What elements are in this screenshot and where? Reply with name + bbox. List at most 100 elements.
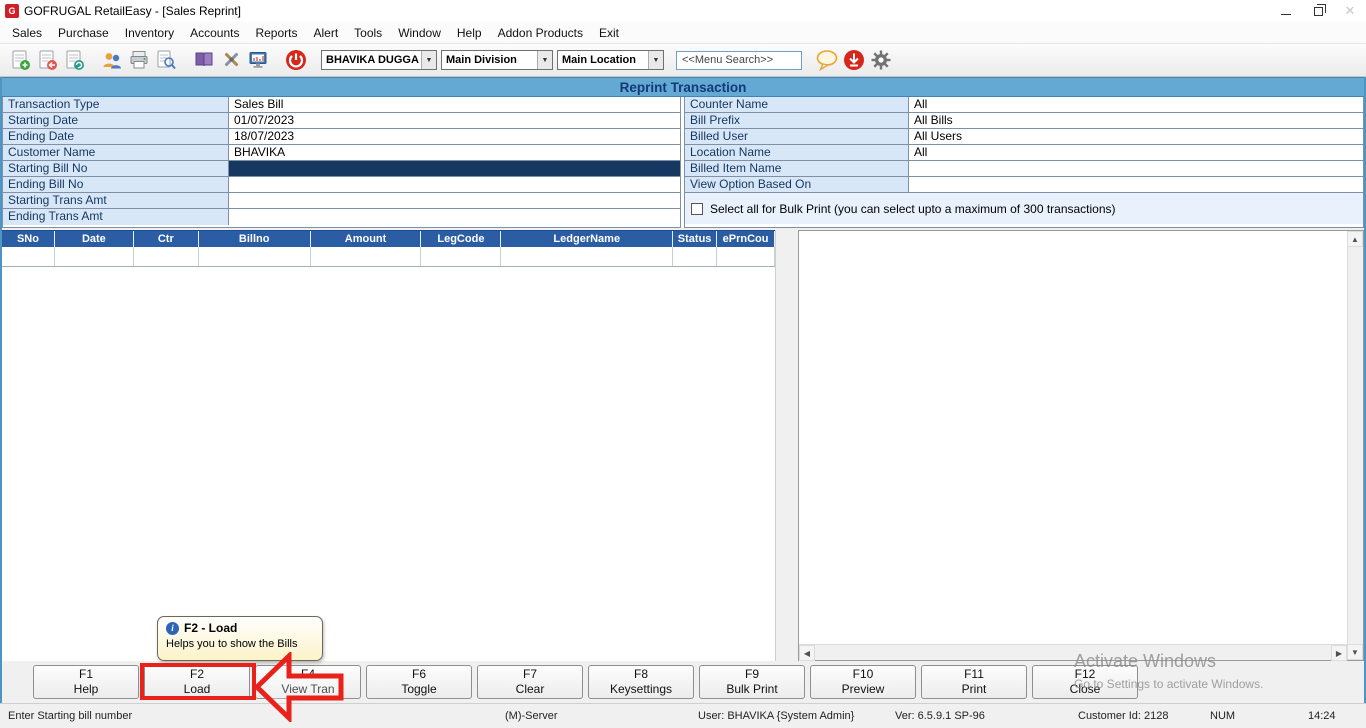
grid-col-amount[interactable]: Amount xyxy=(311,231,422,247)
grid-col-legcode[interactable]: LegCode xyxy=(421,231,501,247)
grid-col-billno[interactable]: Billno xyxy=(199,231,311,247)
f7-clear-button[interactable]: F7Clear xyxy=(477,665,583,699)
updates-download-icon[interactable] xyxy=(840,47,867,74)
grid-col-ledgername[interactable]: LedgerName xyxy=(501,231,673,247)
starting-trans-amt-value[interactable] xyxy=(229,193,680,208)
grid-col-date[interactable]: Date xyxy=(55,231,134,247)
bulk-print-checkbox[interactable] xyxy=(691,203,703,215)
sales-bill-icon[interactable] xyxy=(6,47,33,74)
menu-purchase[interactable]: Purchase xyxy=(50,24,117,42)
ending-trans-amt-value[interactable] xyxy=(229,209,680,225)
annotation-arrow xyxy=(253,652,345,722)
salesman-select[interactable]: BHAVIKA DUGGA ▼ xyxy=(321,50,437,70)
grid-col-ctr[interactable]: Ctr xyxy=(134,231,199,247)
location-select[interactable]: Main Location ▼ xyxy=(557,50,664,70)
f11-print-button[interactable]: F11Print xyxy=(921,665,1027,699)
toolbar: BHAVIKA DUGGA ▼ Main Division ▼ Main Loc… xyxy=(0,44,1366,77)
bill-search-icon[interactable] xyxy=(152,47,179,74)
content-area: Reprint Transaction Transaction TypeSale… xyxy=(0,77,1366,703)
menu-window[interactable]: Window xyxy=(390,24,449,42)
restore-button[interactable] xyxy=(1302,0,1334,22)
menu-tools[interactable]: Tools xyxy=(346,24,390,42)
bill-reprint-icon[interactable] xyxy=(60,47,87,74)
printer-icon[interactable] xyxy=(125,47,152,74)
menu-help[interactable]: Help xyxy=(449,24,490,42)
results-grid: SNo Date Ctr Billno Amount LegCode Ledge… xyxy=(2,230,776,661)
tooltip-title: F2 - Load xyxy=(184,621,237,635)
view-option-based-on-value[interactable] xyxy=(909,177,1363,192)
menu-addon-products[interactable]: Addon Products xyxy=(490,24,591,42)
grid-col-eprncou[interactable]: ePrnCou xyxy=(717,231,775,247)
stock-book-icon[interactable] xyxy=(190,47,217,74)
tools-icon[interactable] xyxy=(217,47,244,74)
grid-col-status[interactable]: Status xyxy=(673,231,717,247)
window-title: GOFRUGAL RetailEasy - [Sales Reprint] xyxy=(24,4,241,18)
bill-prefix-value[interactable]: All Bills xyxy=(909,113,1363,128)
starting-date-value[interactable]: 01/07/2023 xyxy=(229,113,680,128)
sales-return-icon[interactable] xyxy=(33,47,60,74)
chevron-down-icon[interactable]: ▼ xyxy=(421,51,436,69)
division-select[interactable]: Main Division ▼ xyxy=(441,50,553,70)
scroll-down-icon[interactable]: ▼ xyxy=(1347,644,1363,660)
bulk-print-row: Select all for Bulk Print (you can selec… xyxy=(685,193,1363,224)
billed-item-name-value[interactable] xyxy=(909,161,1363,176)
settings-gear-icon[interactable] xyxy=(867,47,894,74)
chevron-down-icon[interactable]: ▼ xyxy=(537,51,552,69)
f1-help-button[interactable]: F1Help xyxy=(33,665,139,699)
location-name-label: Location Name xyxy=(685,145,909,160)
transaction-type-value[interactable]: Sales Bill xyxy=(229,97,680,112)
f12-close-button[interactable]: F12Close xyxy=(1032,665,1138,699)
grid-header-row: SNo Date Ctr Billno Amount LegCode Ledge… xyxy=(2,230,775,247)
menu-sales[interactable]: Sales xyxy=(4,24,50,42)
power-off-icon[interactable] xyxy=(282,47,309,74)
minimize-button[interactable] xyxy=(1270,0,1302,22)
scroll-right-icon[interactable]: ▶ xyxy=(1331,645,1347,661)
location-name-value[interactable]: All xyxy=(909,145,1363,160)
billed-item-name-label: Billed Item Name xyxy=(685,161,909,176)
grid-empty-row[interactable] xyxy=(2,247,775,267)
close-button[interactable]: ✕ xyxy=(1334,0,1366,22)
menu-accounts[interactable]: Accounts xyxy=(182,24,247,42)
salesman-select-value: BHAVIKA DUGGA xyxy=(326,54,421,66)
status-hint: Enter Starting bill number xyxy=(8,704,132,728)
horizontal-scrollbar[interactable]: ◀ ▶ xyxy=(799,644,1347,660)
transaction-type-label: Transaction Type xyxy=(3,97,229,112)
chat-icon[interactable] xyxy=(813,47,840,74)
menu-alert[interactable]: Alert xyxy=(305,24,346,42)
form-left-column: Transaction TypeSales Bill Starting Date… xyxy=(2,97,681,228)
ending-date-label: Ending Date xyxy=(3,129,229,144)
billed-user-value[interactable]: All Users xyxy=(909,129,1363,144)
division-select-value: Main Division xyxy=(446,54,537,66)
status-time: 14:24 xyxy=(1308,704,1336,728)
annotation-highlight-rect xyxy=(140,663,256,700)
app-icon: G xyxy=(5,4,19,18)
tooltip-body: Helps you to show the Bills xyxy=(166,638,314,650)
customers-icon[interactable] xyxy=(98,47,125,74)
ending-bill-no-value[interactable] xyxy=(229,177,680,192)
starting-bill-no-value[interactable] xyxy=(229,161,680,176)
title-bar: G GOFRUGAL RetailEasy - [Sales Reprint] … xyxy=(0,0,1366,22)
menu-bar: Sales Purchase Inventory Accounts Report… xyxy=(0,22,1366,44)
dashboard-icon[interactable] xyxy=(244,47,271,74)
menu-search-input[interactable] xyxy=(676,51,802,70)
info-icon: i xyxy=(166,622,179,635)
menu-exit[interactable]: Exit xyxy=(591,24,627,42)
f9-bulk-print-button[interactable]: F9Bulk Print xyxy=(699,665,805,699)
menu-inventory[interactable]: Inventory xyxy=(117,24,182,42)
status-bar: Enter Starting bill number (M)-Server Us… xyxy=(0,703,1366,728)
ending-date-value[interactable]: 18/07/2023 xyxy=(229,129,680,144)
counter-name-label: Counter Name xyxy=(685,97,909,112)
counter-name-value[interactable]: All xyxy=(909,97,1363,112)
scroll-left-icon[interactable]: ◀ xyxy=(799,645,815,661)
vertical-scrollbar[interactable]: ▲ ▼ xyxy=(1347,231,1363,660)
reprint-filter-form: Transaction TypeSales Bill Starting Date… xyxy=(2,97,1364,228)
grid-col-sno[interactable]: SNo xyxy=(2,231,55,247)
bill-prefix-label: Bill Prefix xyxy=(685,113,909,128)
menu-reports[interactable]: Reports xyxy=(247,24,305,42)
f6-toggle-button[interactable]: F6Toggle xyxy=(366,665,472,699)
f10-preview-button[interactable]: F10Preview xyxy=(810,665,916,699)
f8-keysettings-button[interactable]: F8Keysettings xyxy=(588,665,694,699)
scroll-up-icon[interactable]: ▲ xyxy=(1347,231,1363,247)
customer-name-value[interactable]: BHAVIKA xyxy=(229,145,680,160)
chevron-down-icon[interactable]: ▼ xyxy=(648,51,663,69)
